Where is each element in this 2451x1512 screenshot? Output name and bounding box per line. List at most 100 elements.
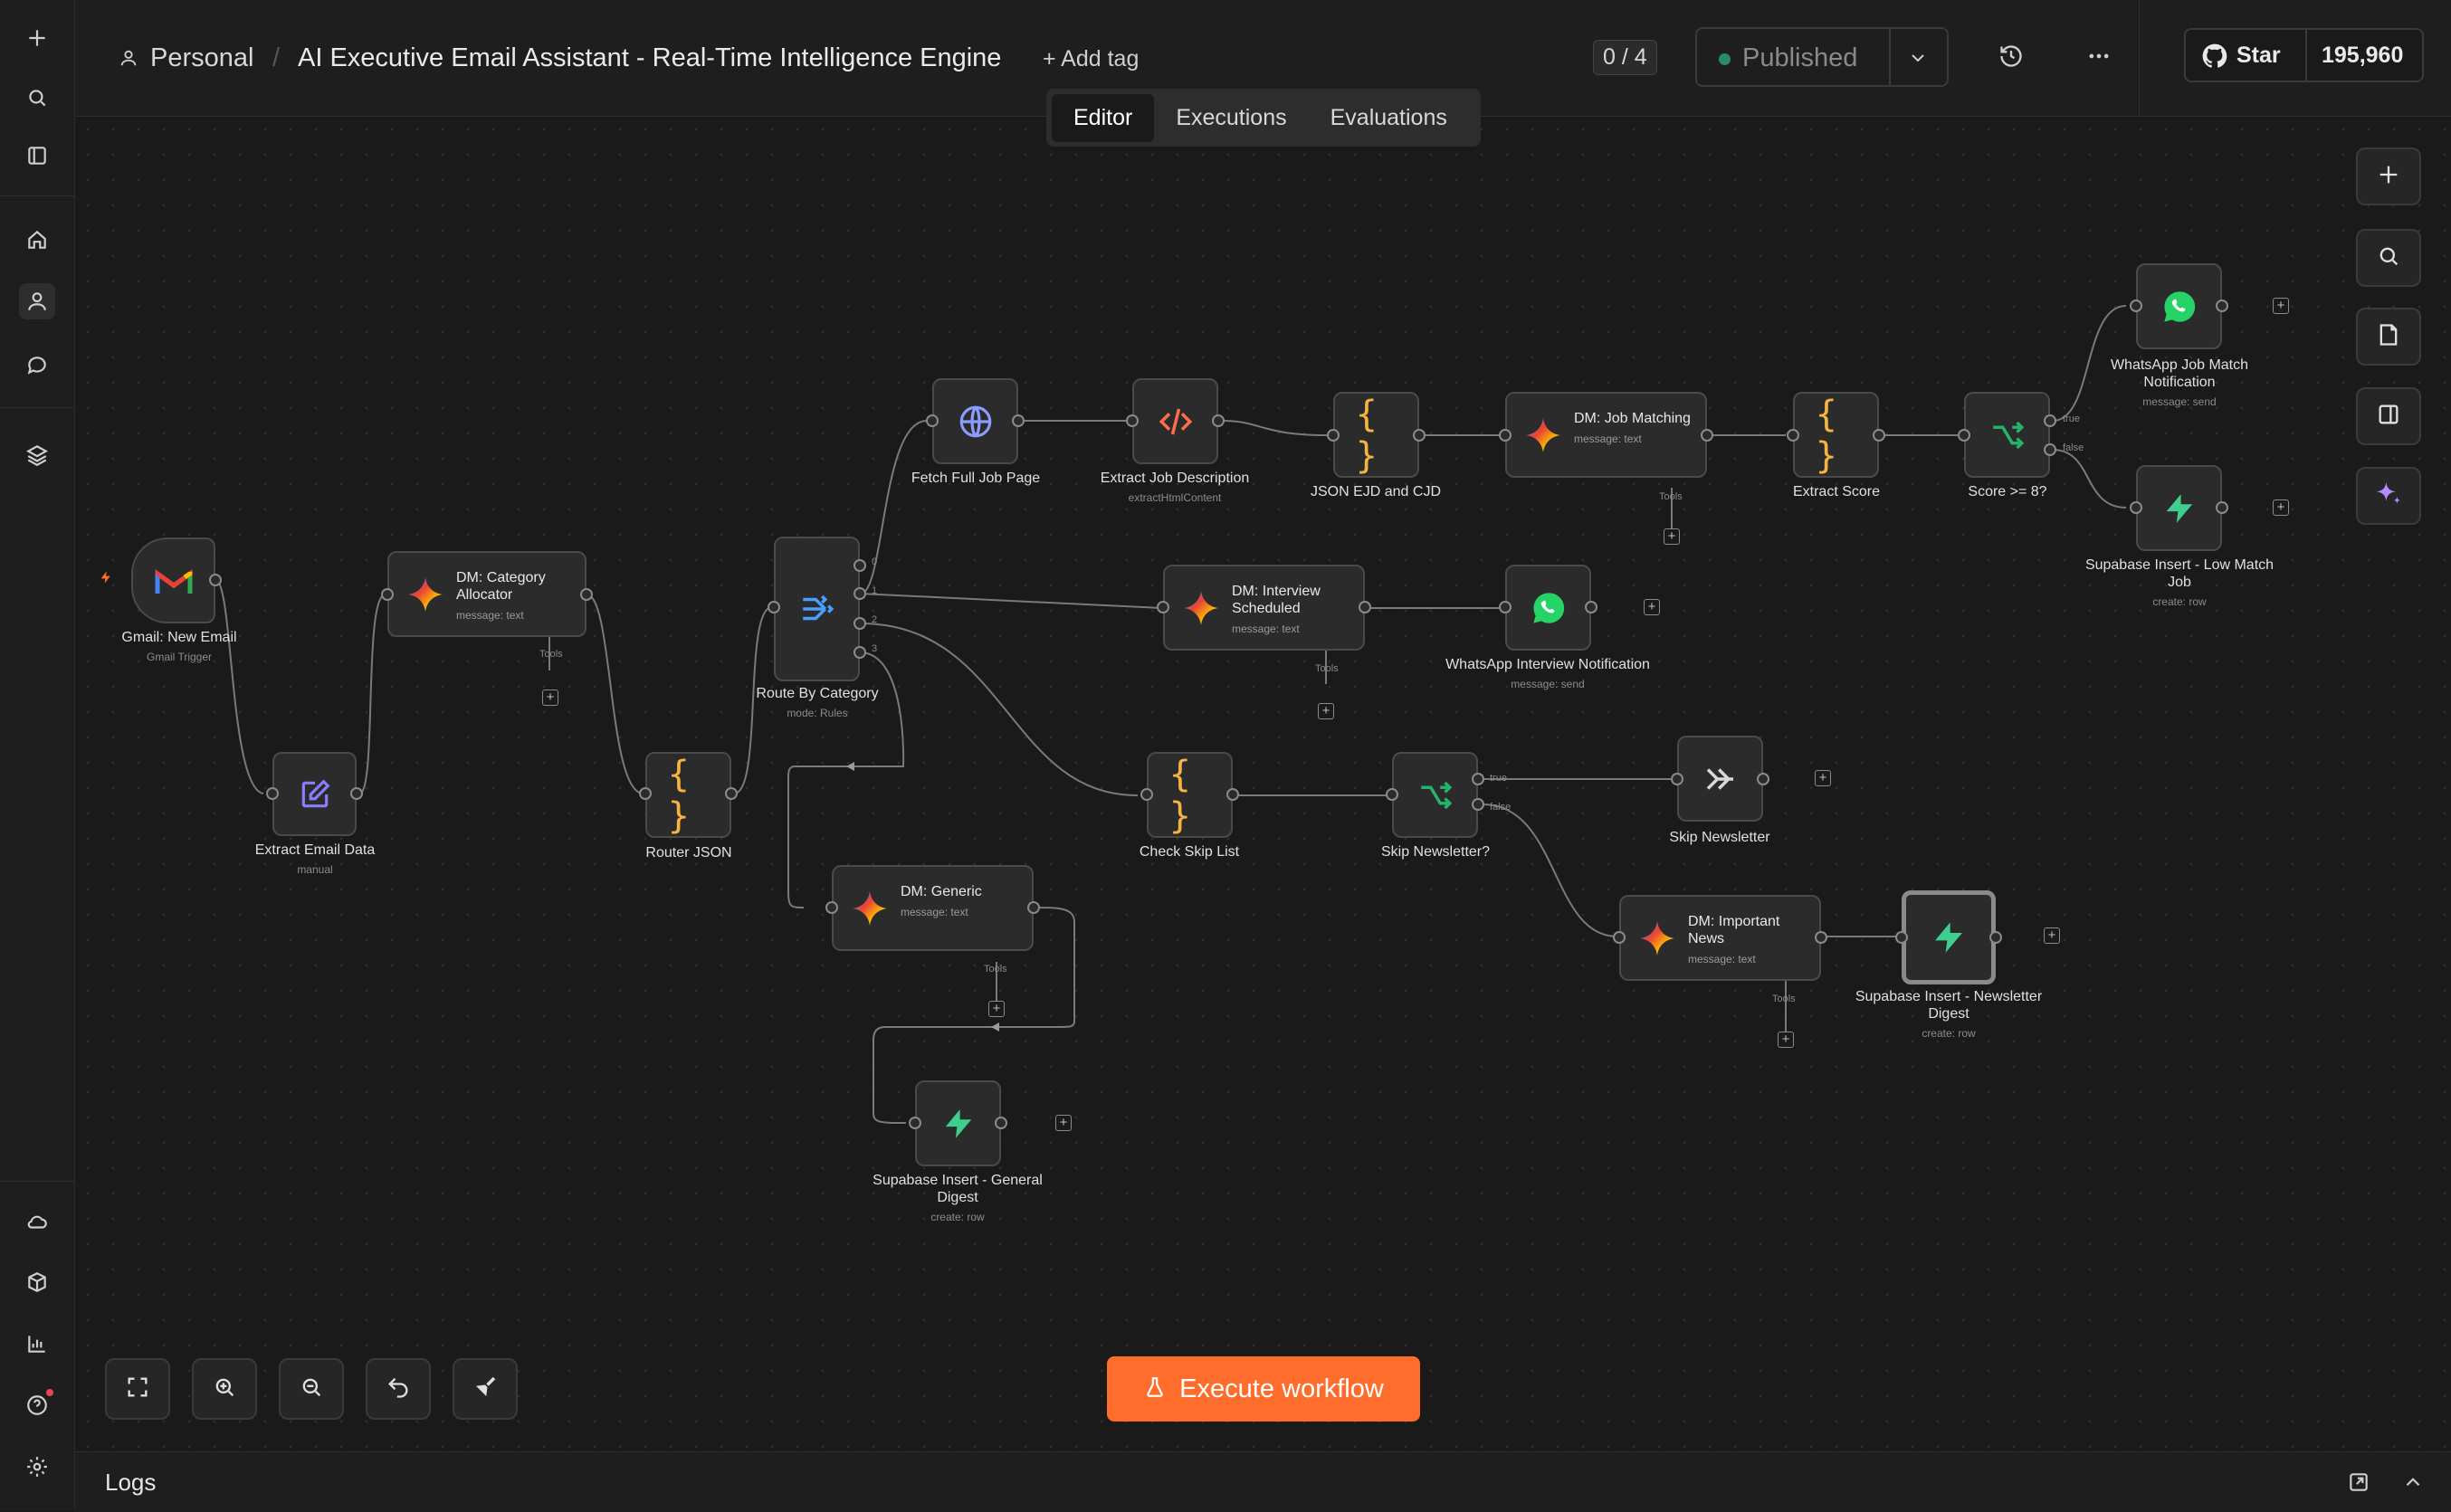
input-port[interactable]: [909, 1117, 921, 1129]
add-node-plus[interactable]: +: [2273, 499, 2289, 516]
add-icon[interactable]: [19, 20, 55, 56]
node-gmail-new-email[interactable]: [131, 537, 215, 623]
chevron-up-icon[interactable]: [2401, 1470, 2425, 1498]
add-tool-plus[interactable]: +: [542, 689, 558, 706]
add-tool-plus[interactable]: +: [1778, 1032, 1794, 1048]
published-dropdown[interactable]: Published: [1695, 27, 1949, 87]
output-port[interactable]: [1359, 601, 1371, 613]
output-port[interactable]: [995, 1117, 1007, 1129]
output-port[interactable]: [1472, 798, 1484, 811]
pop-out-icon[interactable]: [2347, 1470, 2370, 1498]
add-node-plus[interactable]: +: [2044, 927, 2060, 944]
user-icon[interactable]: [19, 283, 55, 319]
search-nodes-button[interactable]: [2356, 229, 2421, 287]
input-port[interactable]: [1499, 429, 1512, 442]
panel-toggle-icon[interactable]: [19, 138, 55, 174]
tab-editor[interactable]: Editor: [1052, 93, 1155, 142]
breadcrumb-owner[interactable]: Personal: [150, 43, 253, 73]
output-port[interactable]: [1701, 429, 1713, 442]
add-tag-button[interactable]: + Add tag: [1043, 46, 1139, 72]
output-port[interactable]: [854, 559, 866, 572]
output-port[interactable]: [209, 574, 222, 586]
home-icon[interactable]: [19, 222, 55, 258]
node-route-by-category[interactable]: [774, 537, 860, 681]
side-panel-button[interactable]: [2356, 387, 2421, 445]
add-tool-plus[interactable]: +: [1664, 528, 1680, 545]
node-check-skip-list[interactable]: { }: [1147, 752, 1233, 838]
input-port[interactable]: [1386, 788, 1398, 801]
node-skip-newsletter-if[interactable]: [1392, 752, 1478, 838]
history-icon[interactable]: [1998, 43, 2024, 73]
tidy-up-button[interactable]: [453, 1358, 518, 1420]
input-port[interactable]: [2130, 501, 2142, 514]
tab-executions[interactable]: Executions: [1154, 94, 1308, 142]
logs-panel[interactable]: Logs: [75, 1451, 2451, 1512]
input-port[interactable]: [2130, 300, 2142, 312]
more-options-icon[interactable]: [2086, 43, 2112, 73]
add-node-plus[interactable]: +: [1644, 599, 1660, 615]
node-whatsapp-job-match[interactable]: [2136, 263, 2222, 349]
input-port[interactable]: [926, 414, 939, 427]
workflow-title[interactable]: AI Executive Email Assistant - Real-Time…: [298, 43, 1001, 73]
insights-icon[interactable]: [19, 1326, 55, 1362]
workflow-canvas[interactable]: Gmail: New Email Gmail Trigger Extract Em…: [75, 117, 2451, 1451]
add-node-button[interactable]: [2356, 147, 2421, 205]
input-port[interactable]: [1157, 601, 1169, 613]
node-extract-score[interactable]: { }: [1793, 392, 1879, 478]
package-icon[interactable]: [19, 1264, 55, 1300]
output-port[interactable]: [854, 587, 866, 600]
node-extract-email-data[interactable]: [272, 752, 357, 836]
cloud-icon[interactable]: [19, 1203, 55, 1240]
output-port[interactable]: [2044, 414, 2056, 427]
node-whatsapp-interview[interactable]: [1505, 565, 1591, 651]
ai-assistant-button[interactable]: [2356, 467, 2421, 525]
chevron-down-icon[interactable]: [1907, 47, 1929, 73]
node-interview-scheduled[interactable]: DM: Interview Scheduled message: text: [1163, 565, 1365, 651]
input-port[interactable]: [266, 787, 279, 800]
node-job-matching[interactable]: DM: Job Matching message: text: [1505, 392, 1707, 478]
node-score-if[interactable]: [1964, 392, 2050, 478]
node-supabase-low-match[interactable]: [2136, 465, 2222, 551]
undo-button[interactable]: [366, 1358, 431, 1420]
output-port[interactable]: [1757, 773, 1769, 785]
output-port[interactable]: [580, 588, 593, 601]
output-port[interactable]: [1012, 414, 1025, 427]
add-node-plus[interactable]: +: [2273, 298, 2289, 314]
output-port[interactable]: [2216, 501, 2228, 514]
node-router-json[interactable]: { }: [645, 752, 731, 838]
input-port[interactable]: [1613, 931, 1626, 944]
node-dm-generic[interactable]: DM: Generic message: text: [832, 865, 1034, 951]
output-port[interactable]: [1413, 429, 1426, 442]
input-port[interactable]: [1140, 788, 1153, 801]
output-port[interactable]: [1989, 931, 2002, 944]
output-port[interactable]: [350, 787, 363, 800]
node-extract-job-description[interactable]: [1132, 378, 1218, 464]
input-port[interactable]: [1671, 773, 1683, 785]
search-icon[interactable]: [19, 80, 55, 116]
node-fetch-full-job-page[interactable]: [932, 378, 1018, 464]
zoom-in-button[interactable]: [192, 1358, 257, 1420]
input-port[interactable]: [1126, 414, 1139, 427]
add-tool-plus[interactable]: +: [1318, 703, 1334, 719]
input-port[interactable]: [1895, 931, 1908, 944]
output-port[interactable]: [2044, 443, 2056, 456]
node-important-news[interactable]: DM: Important News message: text: [1619, 895, 1821, 981]
output-port[interactable]: [854, 617, 866, 630]
input-port[interactable]: [1958, 429, 1970, 442]
output-port[interactable]: [1873, 429, 1885, 442]
input-port[interactable]: [639, 787, 652, 800]
node-skip-newsletter[interactable]: [1677, 736, 1763, 822]
add-node-plus[interactable]: +: [1815, 770, 1831, 786]
github-star-button[interactable]: Star 195,960: [2184, 28, 2424, 82]
input-port[interactable]: [381, 588, 394, 601]
zoom-out-button[interactable]: [279, 1358, 344, 1420]
node-supabase-general-digest[interactable]: [915, 1080, 1001, 1166]
output-port[interactable]: [1027, 901, 1040, 914]
execute-workflow-button[interactable]: Execute workflow: [1107, 1356, 1420, 1422]
output-port[interactable]: [1226, 788, 1239, 801]
settings-icon[interactable]: [19, 1449, 55, 1485]
add-tool-plus[interactable]: +: [988, 1001, 1005, 1017]
input-port[interactable]: [1787, 429, 1799, 442]
add-node-plus[interactable]: +: [1055, 1115, 1072, 1131]
output-port[interactable]: [1815, 931, 1827, 944]
